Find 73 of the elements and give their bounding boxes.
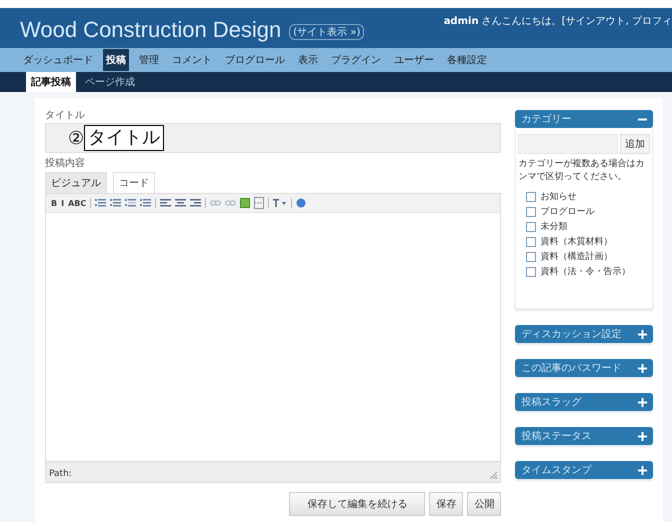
plus-icon[interactable] <box>638 432 647 440</box>
subnav-item[interactable]: ページ作成 <box>80 72 140 92</box>
resize-grip-icon[interactable] <box>490 472 498 479</box>
sidebar-box-header[interactable]: カテゴリー <box>515 110 653 128</box>
save-and-continue-button[interactable]: 保存して編集を続ける <box>289 492 426 516</box>
checkbox[interactable] <box>526 206 536 216</box>
align-left-icon[interactable] <box>160 198 172 208</box>
box-title: 投稿スラッグ <box>521 396 582 409</box>
category-label: 資料（構造計画） <box>540 250 612 263</box>
field-label: タイトル <box>45 109 86 122</box>
subnav-item[interactable]: 記事投稿 <box>26 72 76 92</box>
plus-icon[interactable] <box>638 330 647 338</box>
greeting-text: admin さんこんにちは。[サインアウト, プロフィ <box>444 14 672 29</box>
box-title: タイムスタンプ <box>521 464 592 477</box>
add-button[interactable]: 追加 <box>620 134 650 154</box>
align-right-icon[interactable] <box>190 198 202 208</box>
nav-item[interactable]: 各種設定 <box>444 49 490 71</box>
view-site-link[interactable]: (サイト表示 ») <box>289 24 364 40</box>
format-button[interactable]: I <box>61 198 64 208</box>
box-title: 投稿ステータス <box>521 430 592 443</box>
image-icon[interactable] <box>240 198 250 208</box>
plus-icon[interactable] <box>638 364 647 372</box>
sidebar-box-header[interactable]: ディスカッション設定 <box>515 325 653 343</box>
checkbox[interactable] <box>526 222 536 232</box>
box-title: この記事のパスワード <box>521 362 622 375</box>
nav-item[interactable]: コメント <box>169 49 215 71</box>
nav-item[interactable]: ダッシュボード <box>20 49 96 71</box>
nav-item[interactable]: ユーザー <box>391 49 437 71</box>
help-icon[interactable] <box>296 198 306 208</box>
site-title: Wood Construction Design <box>20 18 282 42</box>
format-button[interactable]: B <box>51 198 58 208</box>
nav-item[interactable]: ブログロール <box>222 49 288 71</box>
nav-item[interactable]: 管理 <box>136 49 162 71</box>
editor-tab[interactable]: コード <box>113 172 155 193</box>
save-button[interactable]: 保存 <box>429 492 464 516</box>
editor-tab[interactable]: ビジュアル <box>45 172 107 193</box>
sidebar-box-header[interactable]: 投稿ステータス <box>515 427 653 445</box>
category-label: 資料（法・令・告示） <box>540 266 630 278</box>
box-title: ディスカッション設定 <box>521 328 622 341</box>
nav-item[interactable]: プラグイン <box>328 49 384 71</box>
checkbox[interactable] <box>526 192 536 202</box>
category-label: 未分類 <box>540 220 568 233</box>
publish-button[interactable]: 公開 <box>467 492 502 516</box>
plus-icon[interactable] <box>638 398 647 406</box>
box-title: カテゴリー <box>521 113 572 126</box>
new-category-field[interactable] <box>518 134 618 154</box>
plus-icon[interactable] <box>638 466 647 474</box>
page-break-icon[interactable] <box>254 197 264 209</box>
field-label: 投稿内容 <box>45 156 86 170</box>
spellcheck-icon[interactable] <box>273 198 288 208</box>
outdent-icon[interactable] <box>125 198 136 208</box>
checkbox[interactable] <box>526 266 536 276</box>
checkbox[interactable] <box>526 252 536 262</box>
sidebar-box-header[interactable]: 投稿スラッグ <box>515 393 653 411</box>
nav-item[interactable]: 表示 <box>295 49 321 71</box>
checkbox[interactable] <box>526 236 536 246</box>
editor-area[interactable]: B I ABC Path: <box>45 193 502 483</box>
numbered-list-icon[interactable] <box>110 198 122 208</box>
hint-text: カテゴリーが複数ある場合はカンマで区切ってください。 <box>518 158 646 184</box>
title-input-field[interactable]: ② タイトル <box>45 123 502 153</box>
category-label: お知らせ <box>540 190 576 203</box>
sidebar-box-header[interactable]: この記事のパスワード <box>515 359 653 377</box>
annotation-label: タイトル <box>84 125 164 151</box>
align-center-icon[interactable] <box>175 198 186 208</box>
nav-item[interactable]: 投稿 <box>103 49 129 71</box>
sidebar-box-header[interactable]: タイムスタンプ <box>515 461 653 479</box>
annotation-number: ② <box>68 127 84 149</box>
indent-icon[interactable] <box>140 198 152 208</box>
category-label: ブログロール <box>540 206 594 218</box>
path-label: Path: <box>49 469 72 479</box>
bullet-list-icon[interactable] <box>95 198 106 208</box>
category-label: 資料（木質材料） <box>540 236 612 248</box>
format-button[interactable]: ABC <box>68 198 86 208</box>
